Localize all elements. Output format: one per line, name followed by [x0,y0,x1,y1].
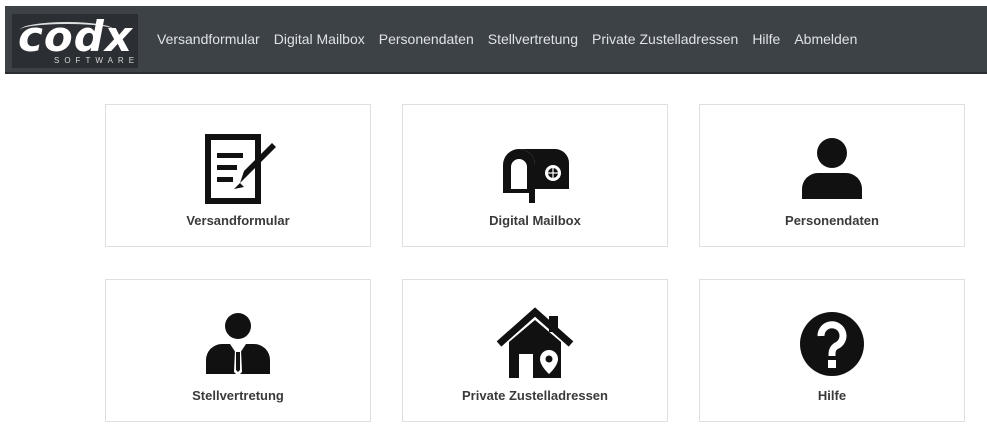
nav-link-hilfe[interactable]: Hilfe [752,31,780,47]
mailbox-icon [495,131,575,211]
tile-personendaten[interactable]: Personendaten [699,104,965,247]
tile-label: Versandformular [186,213,290,228]
tile-stellvertretung[interactable]: Stellvertretung [105,279,371,422]
person-icon [792,131,872,211]
tile-label: Personendaten [785,213,879,228]
logo-wordmark: codx [18,12,133,61]
tile-hilfe[interactable]: Hilfe [699,279,965,422]
top-navbar: codx SOFTWARE Versandformular Digital Ma… [5,6,987,74]
logo-subtitle: SOFTWARE [54,56,140,65]
tile-label: Digital Mailbox [489,213,581,228]
codx-logo[interactable]: codx SOFTWARE [12,12,140,68]
nav-link-digital-mailbox[interactable]: Digital Mailbox [274,31,365,47]
help-icon [792,306,872,386]
tile-label: Stellvertretung [192,388,284,403]
tile-versandformular[interactable]: Versandformular [105,104,371,247]
tile-label: Hilfe [817,388,847,403]
businessman-icon [198,306,278,386]
nav-link-personendaten[interactable]: Personendaten [379,31,474,47]
tile-label: Private Zustelladressen [462,388,608,403]
nav-link-versandformular[interactable]: Versandformular [157,31,260,47]
nav-link-private-zustelladressen[interactable]: Private Zustelladressen [592,31,738,47]
nav-link-stellvertretung[interactable]: Stellvertretung [488,31,578,47]
tile-private-zustelladressen[interactable]: Private Zustelladressen [402,279,668,422]
house-location-icon [495,306,575,386]
tile-digital-mailbox[interactable]: Digital Mailbox [402,104,668,247]
nav-link-abmelden[interactable]: Abmelden [794,31,857,47]
nav-links: Versandformular Digital Mailbox Personen… [157,6,857,72]
edit-form-icon [198,131,278,211]
